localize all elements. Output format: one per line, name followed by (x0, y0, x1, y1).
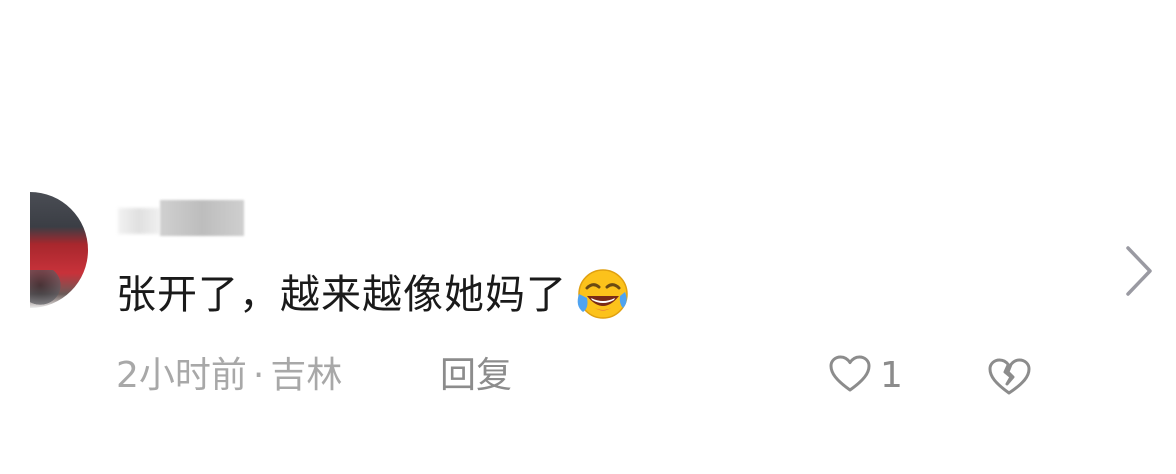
crying-laughing-emoji-icon (573, 266, 631, 324)
like-button[interactable]: 1 (828, 354, 903, 398)
comment-time: 2小时前 (116, 355, 247, 396)
reply-button[interactable]: 回复 (440, 354, 512, 398)
comment-item: 张开了，越来越像她妈了 2小时前 · 吉林 回复 1 (0, 186, 1176, 416)
avatar[interactable] (30, 192, 88, 308)
meta-separator: · (252, 355, 265, 396)
username-redacted (118, 194, 248, 236)
broken-heart-icon (986, 358, 1032, 402)
comment-screen: 张开了，越来越像她妈了 2小时前 · 吉林 回复 1 (0, 0, 1176, 474)
comment-location: 吉林 (270, 355, 343, 396)
comment-meta: 2小时前 · 吉林 (116, 354, 342, 398)
like-count: 1 (880, 355, 903, 396)
comment-body: 张开了，越来越像她妈了 (116, 266, 631, 324)
chevron-right-icon[interactable] (1120, 244, 1156, 302)
comment-text: 张开了，越来越像她妈了 (116, 272, 567, 318)
dislike-button[interactable] (986, 356, 1032, 402)
heart-outline-icon (828, 354, 872, 398)
